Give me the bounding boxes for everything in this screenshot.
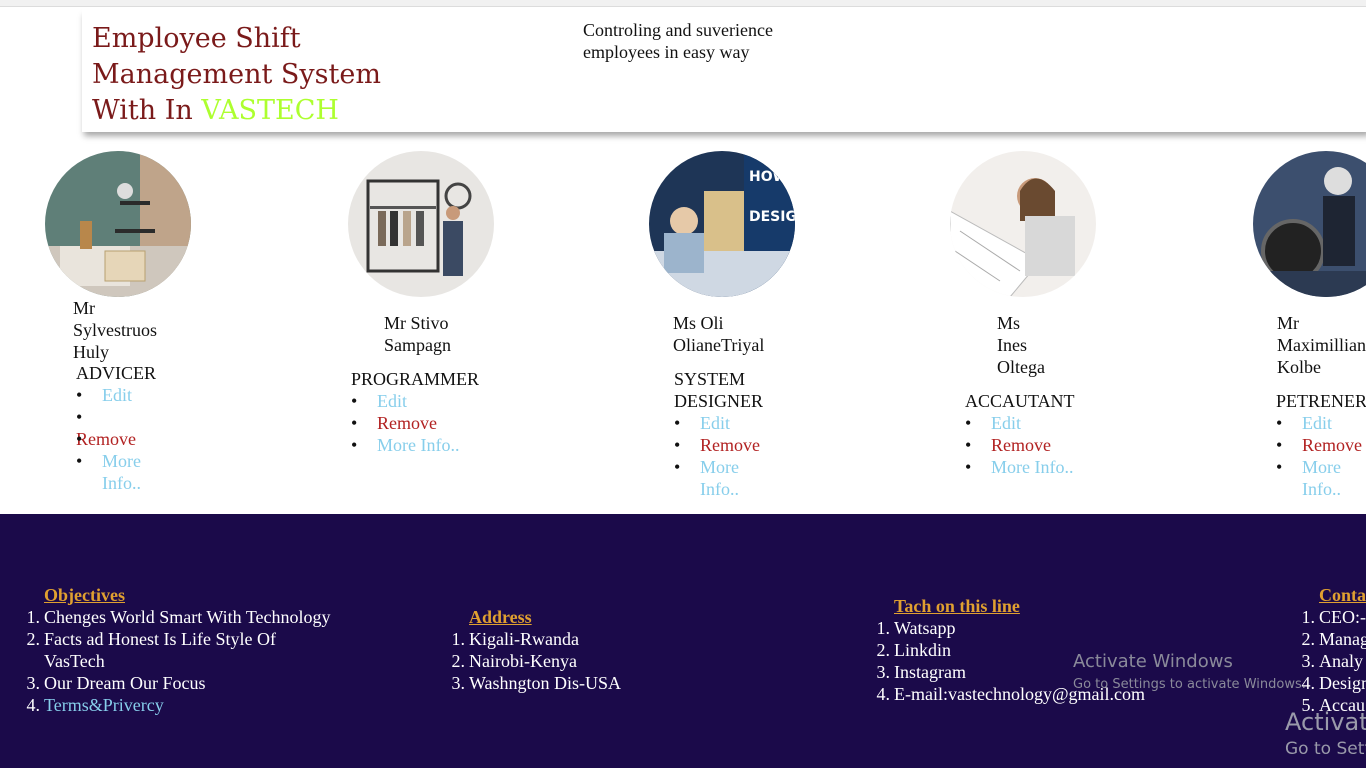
objectives-list: 1. Chenges World Smart With Technology 2.… — [22, 606, 331, 716]
contact-heading: Conta — [1319, 585, 1366, 605]
contact-section: Conta 1. CEO:- 2. Manag 3. Analy 4. Design 5… — [1297, 584, 1366, 716]
site-footer: Objectives 1. Chenges World Smart With Te… — [0, 514, 1366, 768]
brand-name: VASTECH — [201, 95, 339, 126]
list-item: More Info.. — [351, 434, 551, 456]
edit-link[interactable]: Edit — [102, 385, 132, 405]
address-list: 1. Kigali-Rwanda 2. Nairobi-Kenya 3. Washng… — [447, 628, 622, 694]
list-item: More Info.. — [1276, 456, 1366, 500]
list-item: 2. Manag — [1301, 629, 1366, 649]
employee-photo-3: HOW DESIGN — [649, 151, 795, 297]
employee-photo-2 — [348, 151, 494, 297]
activation-watermark-text: Go to Settings to activate Windows. — [1073, 677, 1306, 692]
employee-photo-1 — [45, 151, 191, 297]
list-item: 2. Nairobi-Kenya — [451, 651, 577, 671]
remove-link[interactable]: Remove — [700, 435, 760, 455]
address-heading: Address — [469, 607, 532, 627]
activation-watermark-title: Activate Windows — [1073, 651, 1233, 672]
list-item: Edit — [76, 384, 166, 406]
activation-watermark-title-2: Activate — [1285, 708, 1366, 736]
title-line-3: With In VASTECH — [92, 93, 381, 129]
list-item: VasTech — [44, 651, 105, 671]
remove-link[interactable]: Remove — [1302, 435, 1362, 455]
objectives-heading: Objectives — [44, 585, 125, 605]
title-line-2: Management System — [92, 59, 381, 90]
list-item: 1. Chenges World Smart With Technology — [26, 607, 331, 627]
edit-link[interactable]: Edit — [1302, 413, 1332, 433]
remove-link[interactable]: Remove — [991, 435, 1051, 455]
employee-name-4: Ms Ines Oltega — [997, 313, 1045, 377]
employee-actions-2: Edit Remove More Info.. — [351, 390, 551, 456]
employee-name-3: Ms Oli OlianeTriyal — [673, 313, 765, 355]
touch-heading: Tach on this line — [894, 596, 1020, 616]
list-item: More Info.. — [674, 456, 764, 500]
more-info-link[interactable]: More Info.. — [102, 451, 141, 493]
list-item: 1. Watsapp — [876, 618, 956, 638]
employee-name-2: Mr Stivo Sampagn — [384, 313, 451, 355]
title-prefix: With In — [92, 95, 202, 126]
list-item: Remove — [1276, 434, 1366, 456]
address-section: Address 1. Kigali-Rwanda 2. Nairobi-Kenya … — [447, 606, 622, 694]
list-item: 1. CEO:- — [1301, 607, 1366, 627]
list-item: Remove — [76, 428, 166, 450]
employee-name-1: Mr Sylvestruos Huly — [73, 298, 158, 362]
more-info-link[interactable]: More Info.. — [1302, 457, 1341, 499]
employee-actions-4: Edit Remove More Info.. — [965, 412, 1165, 478]
list-item: 4. Terms&Privercy — [26, 695, 164, 715]
edit-link[interactable]: Edit — [700, 413, 730, 433]
employee-photo-4 — [950, 151, 1096, 297]
employee-role-3: SYSTEM DESIGNER — [674, 369, 763, 411]
objectives-section: Objectives 1. Chenges World Smart With Te… — [22, 584, 331, 716]
employee-actions-5: Edit Remove More Info.. — [1276, 412, 1366, 500]
list-item: More Info.. — [965, 456, 1165, 478]
employee-actions-1: Edit Remove More Info.. — [76, 384, 166, 494]
list-item: Edit — [1276, 412, 1366, 434]
employee-role-5: PETRENER — [1276, 391, 1366, 411]
browser-top-edge — [0, 0, 1366, 7]
terms-privacy-link[interactable]: Terms&Privercy — [44, 695, 164, 715]
contact-list: 1. CEO:- 2. Manag 3. Analy 4. Design 5. Accau — [1297, 606, 1366, 716]
remove-link[interactable]: Remove — [76, 429, 136, 449]
list-item: Remove — [965, 434, 1165, 456]
list-item: Edit — [965, 412, 1165, 434]
edit-link[interactable]: Edit — [377, 391, 407, 411]
list-item: Remove — [674, 434, 764, 456]
employee-actions-3: Edit Remove More Info.. — [674, 412, 764, 500]
list-item: 3. Our Dream Our Focus — [26, 673, 206, 693]
list-item: 4. Design — [1301, 673, 1366, 693]
title-line-1: Employee Shift — [92, 23, 301, 54]
employee-role-1: ADVICER — [76, 363, 156, 383]
employee-role-4: ACCAUTANT — [965, 391, 1075, 411]
svg-text:HOW: HOW — [749, 169, 788, 185]
list-item: 3. Analy — [1301, 651, 1364, 671]
more-info-link[interactable]: More Info.. — [991, 457, 1073, 477]
list-item: Edit — [351, 390, 551, 412]
more-info-link[interactable]: More Info.. — [377, 435, 459, 455]
employee-name-5: Mr Maximillian Kolbe — [1277, 313, 1366, 377]
list-item: Remove — [351, 412, 551, 434]
remove-link[interactable]: Remove — [377, 413, 437, 433]
activation-watermark-text-2: Go to Setti — [1285, 739, 1366, 759]
list-item: Edit — [674, 412, 764, 434]
page-title: Employee Shift Management System With In… — [92, 21, 381, 129]
tagline: Controling and suverience employees in e… — [583, 20, 773, 62]
svg-text:DESIGN: DESIGN — [749, 209, 795, 225]
list-item: More Info.. — [76, 450, 166, 494]
employee-role-2: PROGRAMMER — [351, 369, 480, 389]
list-item: 3. Washngton Dis-USA — [451, 673, 622, 693]
site-header: Employee Shift Management System With In… — [82, 7, 1366, 132]
edit-link[interactable]: Edit — [991, 413, 1021, 433]
list-item: 1. Kigali-Rwanda — [451, 629, 579, 649]
list-item — [76, 406, 166, 428]
list-item: 2. Facts ad Honest Is Life Style Of — [26, 629, 276, 649]
more-info-link[interactable]: More Info.. — [700, 457, 739, 499]
employee-photo-5 — [1253, 151, 1366, 297]
